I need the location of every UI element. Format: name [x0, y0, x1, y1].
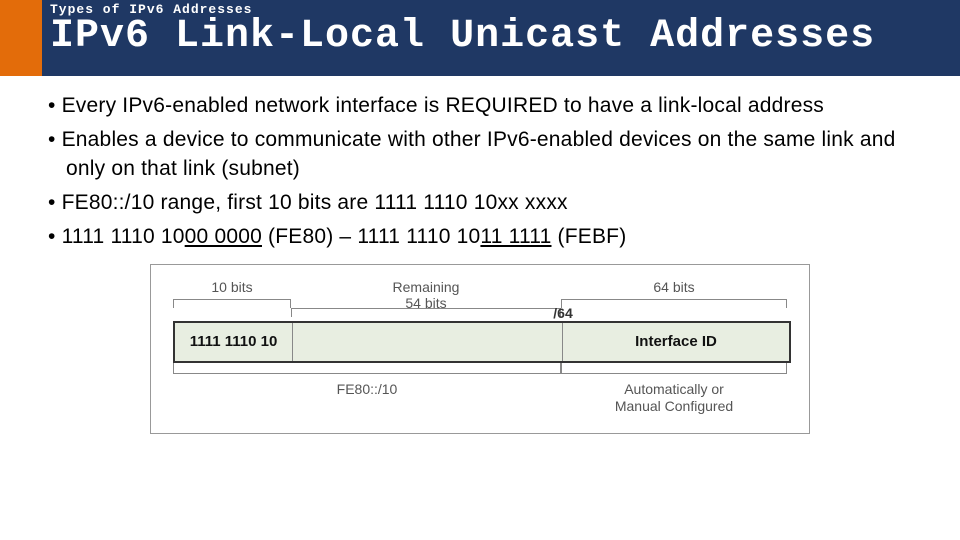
bullet-4-fe80-zeros: 00 0000 [185, 225, 262, 248]
diagram-bottom-brackets [173, 363, 787, 377]
bullet-4-mid: (FE80) – 1111 1110 10 [262, 225, 480, 248]
bottom-label-ifid-line1: Automatically or [561, 381, 787, 398]
bullet-2: Enables a device to communicate with oth… [48, 126, 924, 183]
bottom-label-ifid-line2: Manual Configured [561, 398, 787, 415]
body-bullet-list: Every IPv6-enabled network interface is … [0, 92, 960, 252]
header-accent-bar [0, 0, 42, 76]
top-label-54bits: Remaining 54 bits [291, 279, 561, 321]
top-bracket-3 [561, 299, 787, 308]
slash64-marker: /64 [553, 305, 572, 321]
slide-header: Types of IPv6 Addresses IPv6 Link-Local … [0, 0, 960, 76]
address-structure-diagram: 10 bits Remaining 54 bits 64 bits /64 11… [150, 264, 810, 434]
top-label-10bits-text: 10 bits [173, 279, 291, 295]
bullet-3: FE80::/10 range, first 10 bits are 1111 … [48, 189, 924, 217]
top-label-64bits-text: 64 bits [561, 279, 787, 295]
header-title-block: Types of IPv6 Addresses IPv6 Link-Local … [42, 0, 960, 76]
diagram-bottom-labels: FE80::/10 Automatically or Manual Config… [173, 381, 787, 421]
bullet-4-febf-ones: 11 1111 [480, 225, 551, 248]
bottom-label-fe80: FE80::/10 [173, 381, 561, 421]
bullet-1: Every IPv6-enabled network interface is … [48, 92, 924, 120]
bottom-bracket-ifid [561, 363, 787, 377]
bullet-4-suffix: (FEBF) [552, 225, 627, 248]
diagram-top-labels: 10 bits Remaining 54 bits 64 bits [173, 279, 787, 321]
address-bar: /64 1111 1110 10 Interface ID [173, 321, 791, 363]
address-seg-prefix-bits: 1111 1110 10 [175, 323, 293, 361]
bottom-bracket-fe80 [173, 363, 561, 377]
top-bracket-1 [173, 299, 291, 308]
top-label-10bits: 10 bits [173, 279, 291, 321]
top-label-64bits: 64 bits [561, 279, 787, 321]
address-seg-interface-id: Interface ID [563, 323, 789, 361]
bottom-label-ifid: Automatically or Manual Configured [561, 381, 787, 421]
bullet-4: 1111 1110 1000 0000 (FE80) – 1111 1110 1… [48, 223, 924, 251]
address-seg-remaining [293, 323, 563, 361]
page-title: IPv6 Link-Local Unicast Addresses [50, 15, 960, 59]
top-label-54bits-line1: Remaining [291, 279, 561, 295]
bullet-4-prefix-bits: 1111 1110 10 [62, 225, 185, 248]
